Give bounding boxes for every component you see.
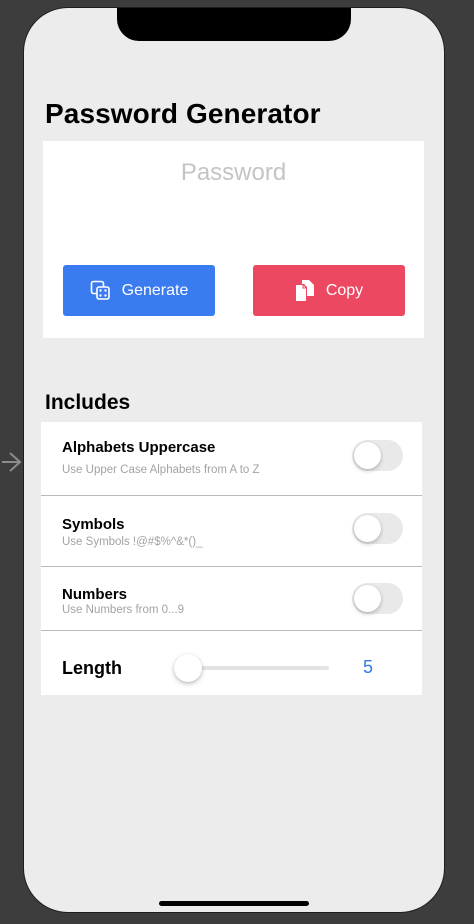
copy-documents-icon xyxy=(295,280,314,301)
option-row-symbols: Symbols Use Symbols !@#$%^&*()_ xyxy=(41,496,422,567)
option-subtitle: Use Symbols !@#$%^&*()_ xyxy=(62,536,203,548)
option-row-numbers: Numbers Use Numbers from 0...9 xyxy=(41,567,422,631)
length-value: 5 xyxy=(362,657,373,677)
option-subtitle: Use Upper Case Alphabets from A to Z xyxy=(62,464,260,476)
generate-button-label: Generate xyxy=(121,281,189,299)
option-title: Alphabets Uppercase xyxy=(62,439,216,456)
option-title: Numbers xyxy=(62,586,128,603)
option-title: Symbols xyxy=(62,516,125,533)
option-subtitle: Use Numbers from 0...9 xyxy=(62,604,185,616)
symbols-toggle[interactable] xyxy=(352,513,403,544)
toggle-knob xyxy=(354,515,381,542)
copy-button-label: Copy xyxy=(325,281,364,299)
dice-icon xyxy=(90,280,110,300)
storyboard-entry-arrow-icon xyxy=(2,452,22,472)
options-card: Alphabets Uppercase Use Upper Case Alpha… xyxy=(41,422,422,695)
generate-button[interactable]: Generate xyxy=(63,265,215,316)
device-notch xyxy=(117,8,351,41)
numbers-toggle[interactable] xyxy=(352,583,403,614)
page-title: Password Generator xyxy=(45,98,321,129)
password-card: Password Generate Copy xyxy=(43,141,424,338)
option-row-uppercase: Alphabets Uppercase Use Upper Case Alpha… xyxy=(41,422,422,496)
toggle-knob xyxy=(354,585,381,612)
length-slider[interactable] xyxy=(174,654,329,682)
home-indicator xyxy=(159,901,309,906)
row-divider xyxy=(41,630,422,631)
length-slider-thumb[interactable] xyxy=(174,654,202,682)
phone-frame: Password Generator Password Generate Cop… xyxy=(24,8,444,912)
length-label: Length xyxy=(62,658,122,678)
toggle-knob xyxy=(354,442,381,469)
uppercase-toggle[interactable] xyxy=(352,440,403,471)
includes-heading: Includes xyxy=(45,391,131,414)
copy-button[interactable]: Copy xyxy=(253,265,405,316)
password-field[interactable]: Password xyxy=(43,159,424,187)
